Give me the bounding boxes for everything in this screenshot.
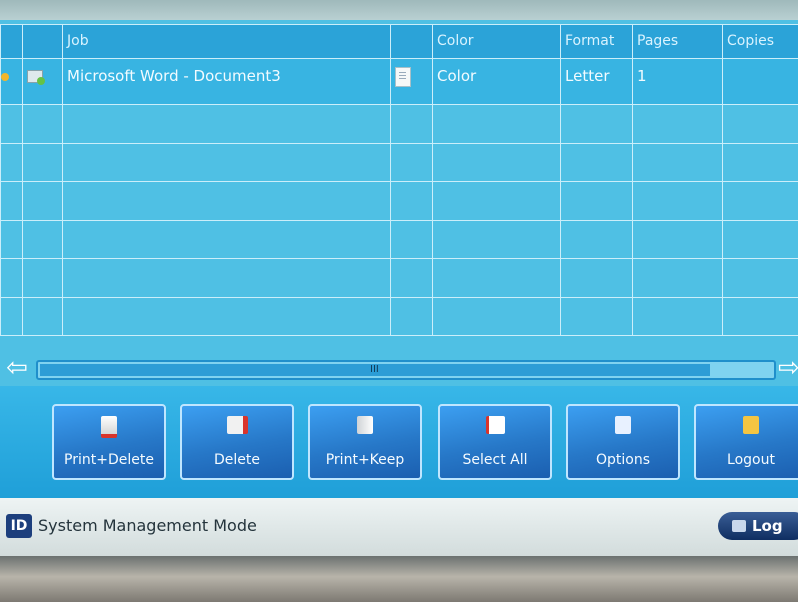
document-icon	[395, 67, 411, 87]
table-row	[0, 104, 798, 144]
select-all-label: Select All	[462, 452, 528, 468]
header-doc	[390, 24, 433, 59]
doc-icon-cell	[390, 57, 433, 106]
print-keep-label: Print+Keep	[325, 452, 405, 468]
header-copies[interactable]: Copies	[722, 24, 798, 59]
screen-bottom-bezel	[0, 556, 798, 602]
header-color[interactable]: Color	[432, 24, 561, 59]
scroll-right-arrow-icon[interactable]: ⇨	[778, 350, 798, 386]
status-dot-icon	[1, 73, 9, 81]
table-row	[0, 258, 798, 298]
table-row	[0, 181, 798, 221]
table-row	[0, 219, 798, 260]
select-all-button[interactable]: Select All	[438, 404, 552, 480]
options-icon	[615, 416, 631, 434]
delete-icon	[226, 416, 248, 434]
print-keep-button[interactable]: Print+Keep	[308, 404, 422, 480]
logout-button[interactable]: Logout	[694, 404, 798, 480]
delete-label: Delete	[214, 452, 260, 468]
print-delete-icon	[101, 416, 117, 438]
print-delete-button[interactable]: Print+Delete	[52, 404, 166, 480]
status-bar: ID System Management Mode Log	[0, 498, 798, 556]
log-icon	[732, 520, 746, 532]
options-button[interactable]: Options	[566, 404, 680, 480]
system-mode-label: System Management Mode	[38, 516, 257, 535]
horizontal-scrollbar[interactable]: ⇦ III ⇨	[0, 350, 798, 386]
scroll-left-arrow-icon[interactable]: ⇦	[2, 350, 32, 386]
print-job-icon	[27, 67, 45, 85]
touch-screen: Job Color Format Pages Copies Microsoft …	[0, 20, 798, 556]
header-status	[0, 24, 23, 59]
id-badge-icon: ID	[6, 514, 32, 538]
print-delete-label: Print+Delete	[64, 452, 154, 468]
table-header-row: Job Color Format Pages Copies	[0, 24, 798, 59]
job-icon-cell	[22, 57, 63, 106]
logout-label: Logout	[727, 452, 775, 468]
job-name-cell: Microsoft Word - Document3	[62, 57, 391, 106]
user-key-icon	[743, 416, 759, 434]
color-cell: Color	[432, 57, 561, 106]
status-cell	[0, 57, 23, 106]
scroll-grip-icon: III	[370, 364, 379, 375]
print-keep-icon	[357, 416, 373, 434]
delete-button[interactable]: Delete	[180, 404, 294, 480]
header-icon	[22, 24, 63, 59]
screen-top-bezel	[0, 0, 798, 20]
scroll-thumb[interactable]: III	[40, 364, 710, 376]
log-button[interactable]: Log	[718, 512, 798, 540]
action-button-bar: Print+Delete Delete Print+Keep Select Al…	[0, 386, 798, 498]
format-cell: Letter	[560, 57, 633, 106]
copies-cell	[722, 57, 798, 106]
table-row[interactable]: Microsoft Word - Document3 Color Letter …	[0, 57, 798, 106]
pages-cell: 1	[632, 57, 723, 106]
log-label: Log	[752, 517, 783, 535]
table-row	[0, 142, 798, 183]
scroll-track[interactable]: III	[36, 360, 776, 380]
table-row	[0, 296, 798, 336]
header-job[interactable]: Job	[62, 24, 391, 59]
job-list-table: Job Color Format Pages Copies Microsoft …	[0, 24, 798, 336]
checklist-icon	[485, 416, 505, 434]
header-format[interactable]: Format	[560, 24, 633, 59]
options-label: Options	[595, 452, 651, 468]
header-pages[interactable]: Pages	[632, 24, 723, 59]
